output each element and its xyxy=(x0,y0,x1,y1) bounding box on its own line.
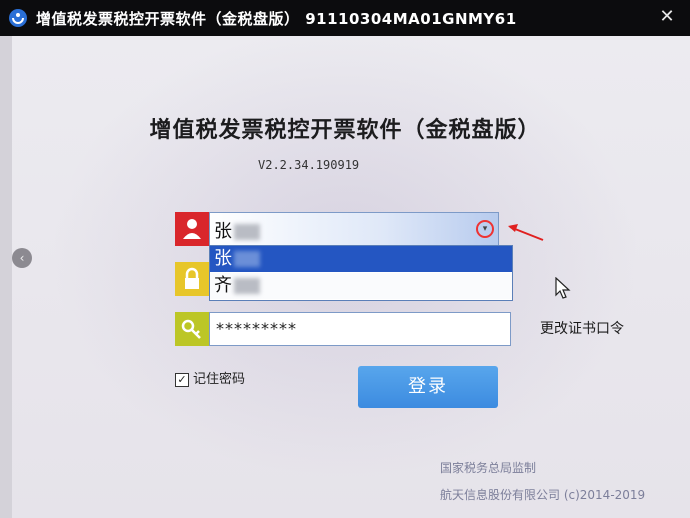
lock-icon xyxy=(175,262,209,296)
close-button[interactable]: ✕ xyxy=(656,6,678,28)
title-bar: 增值税发票税控开票软件（金税盘版） 91110304MA01GNMY61 ✕ xyxy=(0,0,690,36)
username-dropdown: 张 齐 xyxy=(209,245,513,301)
mouse-cursor-icon xyxy=(555,277,571,299)
supervisor-text: 国家税务总局监制 xyxy=(440,461,537,475)
version-label: V2.2.34.190919 xyxy=(258,158,360,172)
password-value: ********* xyxy=(216,319,297,338)
chevron-left-icon[interactable]: ‹ xyxy=(12,248,32,268)
change-certificate-password-link[interactable]: 更改证书口令 xyxy=(540,318,624,338)
login-button[interactable]: 登录 xyxy=(358,366,498,408)
username-select[interactable]: 张 ▾ xyxy=(209,212,499,246)
password-input[interactable]: ********* xyxy=(209,312,511,346)
page-title: 增值税发票税控开票软件（金税盘版） xyxy=(149,118,541,143)
redacted-text xyxy=(234,224,260,240)
window-title: 增值税发票税控开票软件（金税盘版） 91110304MA01GNMY61 xyxy=(36,10,517,28)
key-icon xyxy=(175,312,209,346)
checkbox-box[interactable]: ✓ xyxy=(175,372,189,387)
left-edge xyxy=(0,36,12,518)
redacted-text xyxy=(234,278,260,294)
user-icon xyxy=(175,212,209,246)
dropdown-option-2[interactable]: 齐 xyxy=(210,273,512,299)
chevron-down-icon[interactable]: ▾ xyxy=(476,220,494,238)
username-value: 张 xyxy=(214,217,260,243)
remember-password-label: 记住密码 xyxy=(193,372,246,387)
app-logo-icon xyxy=(9,9,27,27)
dropdown-option-1[interactable]: 张 xyxy=(210,246,512,272)
copyright-text: 航天信息股份有限公司 (c)2014-2019 xyxy=(440,488,646,502)
redacted-text xyxy=(234,251,260,267)
remember-password-checkbox[interactable]: ✓ 记住密码 xyxy=(175,368,245,387)
